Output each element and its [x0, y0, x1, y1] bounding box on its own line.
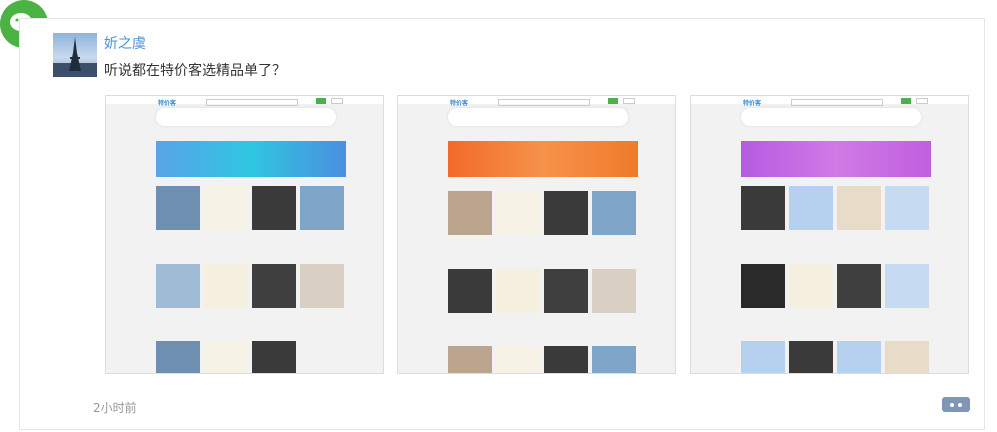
post-time: 2小时前	[93, 401, 137, 415]
comment-icon[interactable]	[942, 397, 970, 412]
username-link[interactable]: 妡之虞	[104, 33, 146, 53]
post-text: 听说都在特价客选精品单了？	[104, 63, 286, 79]
avatar[interactable]	[53, 33, 97, 77]
screenshot-thumbnail-3[interactable]: 特价客	[690, 95, 969, 374]
screenshot-thumbnail-2[interactable]: 特价客	[397, 95, 676, 374]
screenshot-thumbnail-1[interactable]: 特价客	[105, 95, 384, 374]
